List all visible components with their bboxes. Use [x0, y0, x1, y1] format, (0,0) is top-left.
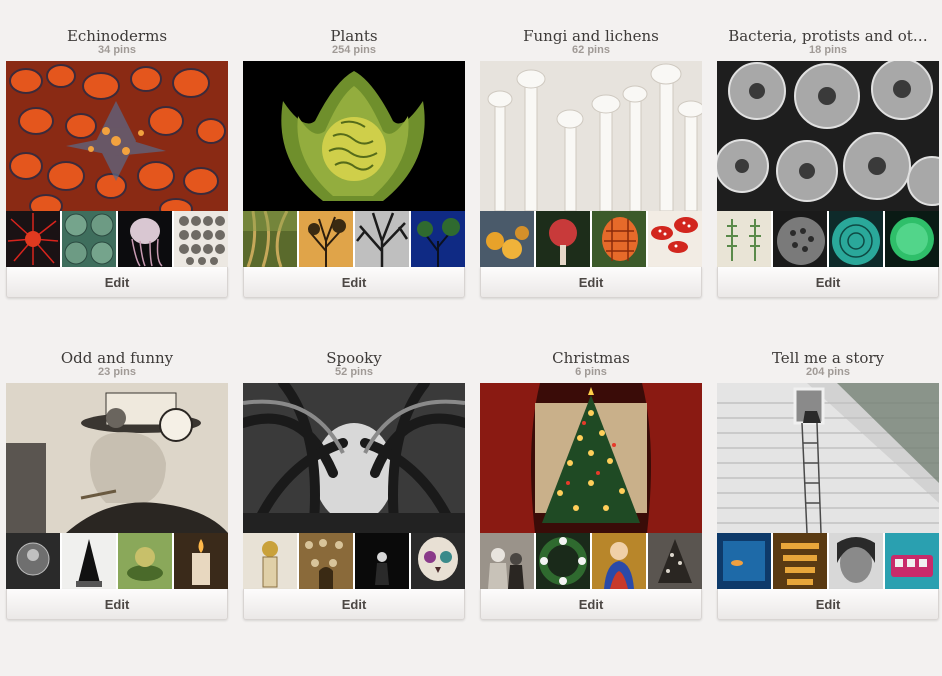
board-thumbnails	[717, 533, 939, 589]
thumbnail-image[interactable]	[174, 533, 228, 589]
board-cover-image[interactable]	[243, 383, 465, 533]
board-pin-count: 34 pins	[98, 44, 136, 56]
thumbnail-image[interactable]	[6, 533, 60, 589]
edit-board-button[interactable]: Edit	[480, 589, 702, 620]
thumbnail-image[interactable]	[648, 211, 702, 267]
board-pin-count: 62 pins	[572, 44, 610, 56]
board-thumbnails	[6, 211, 228, 267]
thumbnail-image[interactable]	[299, 533, 353, 589]
thumbnail-image[interactable]	[299, 211, 353, 267]
thumbnail-image[interactable]	[536, 211, 590, 267]
thumbnail-image[interactable]	[536, 533, 590, 589]
board-pin-count: 204 pins	[805, 366, 851, 378]
board-cover-image[interactable]	[6, 61, 228, 211]
board-thumbnails	[243, 533, 465, 589]
thumbnail-image[interactable]	[62, 533, 116, 589]
edit-board-button[interactable]: Edit	[717, 267, 939, 298]
board-pin-count: 23 pins	[98, 366, 136, 378]
board-cover-image[interactable]	[6, 383, 228, 533]
thumbnail-image[interactable]	[592, 211, 646, 267]
board-pin-count: 254 pins	[331, 44, 377, 56]
thumbnail-image[interactable]	[243, 533, 297, 589]
board-pin-count: 18 pins	[809, 44, 847, 56]
thumbnail-image[interactable]	[717, 533, 771, 589]
boards-grid: Echinoderms 34 pins Edit Plants 254 pins…	[0, 0, 942, 676]
thumbnail-image[interactable]	[118, 211, 172, 267]
board-cover-image[interactable]	[717, 383, 939, 533]
thumbnail-image[interactable]	[773, 533, 827, 589]
board-thumbnails	[480, 533, 702, 589]
edit-board-button[interactable]: Edit	[243, 589, 465, 620]
board-thumbnails	[717, 211, 939, 267]
edit-board-button[interactable]: Edit	[6, 589, 228, 620]
thumbnail-image[interactable]	[829, 211, 883, 267]
thumbnail-image[interactable]	[829, 533, 883, 589]
board-thumbnails	[6, 533, 228, 589]
board-cover-image[interactable]	[480, 383, 702, 533]
thumbnail-image[interactable]	[6, 211, 60, 267]
thumbnail-image[interactable]	[355, 211, 409, 267]
thumbnail-image[interactable]	[885, 211, 939, 267]
thumbnail-image[interactable]	[118, 533, 172, 589]
board-cover-image[interactable]	[243, 61, 465, 211]
thumbnail-image[interactable]	[717, 211, 771, 267]
thumbnail-image[interactable]	[480, 533, 534, 589]
thumbnail-image[interactable]	[480, 211, 534, 267]
thumbnail-image[interactable]	[355, 533, 409, 589]
edit-board-button[interactable]: Edit	[480, 267, 702, 298]
thumbnail-image[interactable]	[773, 211, 827, 267]
board-thumbnails	[243, 211, 465, 267]
thumbnail-image[interactable]	[592, 533, 646, 589]
edit-board-button[interactable]: Edit	[6, 267, 228, 298]
board-cover-image[interactable]	[717, 61, 939, 211]
edit-board-button[interactable]: Edit	[243, 267, 465, 298]
thumbnail-image[interactable]	[648, 533, 702, 589]
board-thumbnails	[480, 211, 702, 267]
thumbnail-image[interactable]	[411, 533, 465, 589]
board-pin-count: 52 pins	[335, 366, 373, 378]
thumbnail-image[interactable]	[174, 211, 228, 267]
edit-board-button[interactable]: Edit	[717, 589, 939, 620]
board-pin-count: 6 pins	[575, 366, 607, 378]
thumbnail-image[interactable]	[885, 533, 939, 589]
board-cover-image[interactable]	[480, 61, 702, 211]
thumbnail-image[interactable]	[411, 211, 465, 267]
thumbnail-image[interactable]	[243, 211, 297, 267]
thumbnail-image[interactable]	[62, 211, 116, 267]
